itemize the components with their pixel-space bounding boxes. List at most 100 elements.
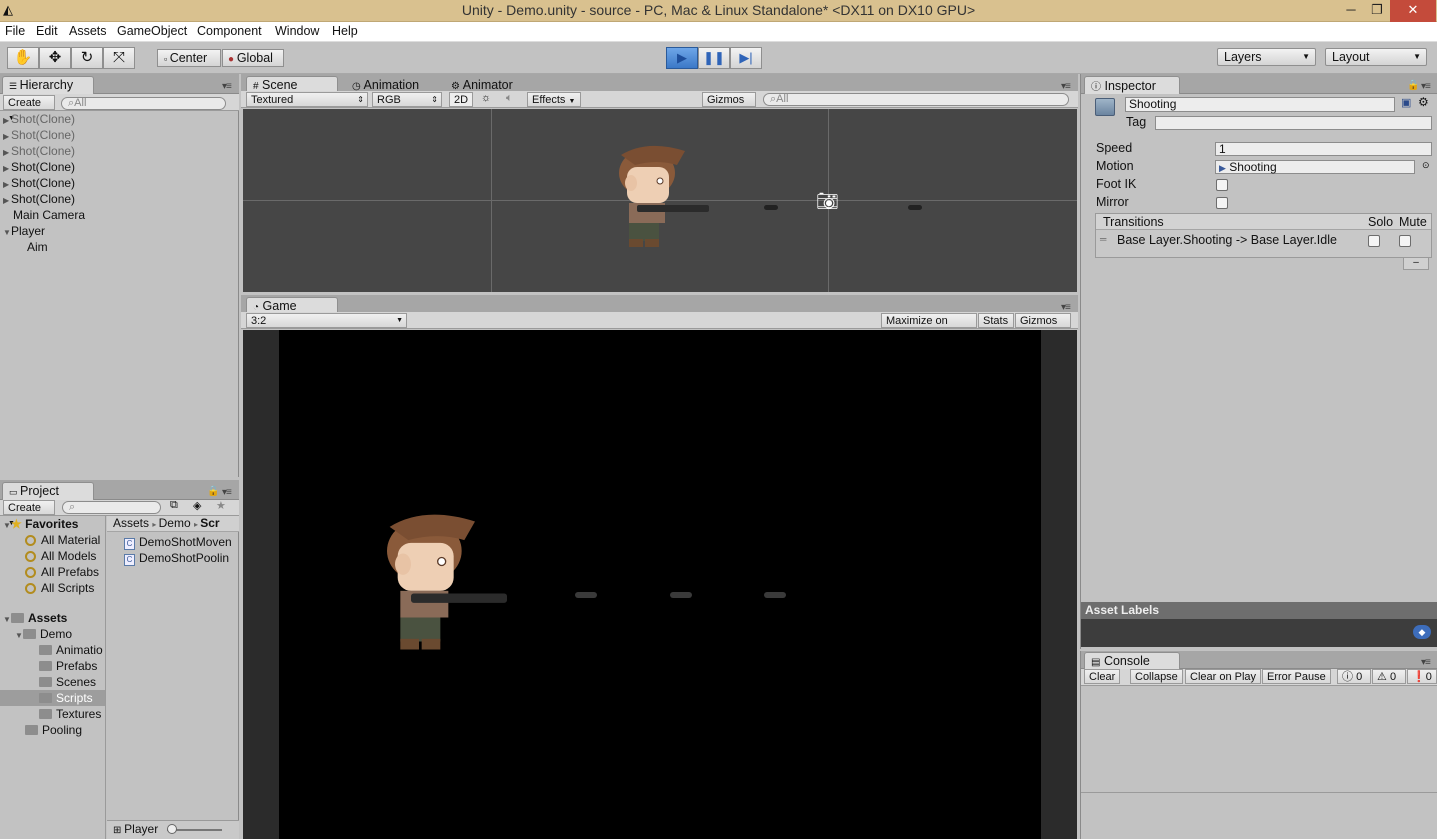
- console-clear-button[interactable]: Clear: [1084, 669, 1121, 684]
- breadcrumb-item[interactable]: Assets: [113, 516, 149, 530]
- menu-help[interactable]: Help: [332, 24, 358, 38]
- layout-dropdown[interactable]: Layout ▼: [1325, 48, 1427, 66]
- folder-item[interactable]: Prefabs: [39, 658, 97, 674]
- mirror-checkbox[interactable]: [1216, 197, 1228, 209]
- hand-tool-icon[interactable]: ✋: [7, 47, 39, 69]
- stats-toggle[interactable]: Stats: [978, 313, 1014, 328]
- folder-item[interactable]: Animatio: [39, 642, 103, 658]
- hierarchy-item[interactable]: ▶ Shot(Clone): [3, 159, 75, 175]
- scale-tool-icon[interactable]: ⤧: [103, 47, 135, 69]
- favorite-item[interactable]: All Material: [25, 532, 100, 548]
- scene-search-input[interactable]: ⌕All: [763, 93, 1069, 106]
- folder-item[interactable]: Scenes: [39, 674, 96, 690]
- filter-type-icon[interactable]: ⧉: [170, 499, 178, 512]
- menu-component[interactable]: Component: [197, 24, 262, 38]
- state-name-field[interactable]: Shooting: [1125, 97, 1395, 112]
- hierarchy-item[interactable]: ▼Player: [3, 223, 45, 239]
- collapse-arrow-icon[interactable]: ▼: [3, 612, 11, 628]
- remove-transition-button[interactable]: –: [1403, 257, 1429, 270]
- hierarchy-item[interactable]: ▶ Shot(Clone): [3, 175, 75, 191]
- favorite-star-icon[interactable]: ★: [216, 499, 226, 512]
- maximize-on-play-toggle[interactable]: Maximize on Play: [881, 313, 977, 341]
- layers-dropdown[interactable]: Layers ▼: [1217, 48, 1316, 66]
- panel-menu-icon[interactable]: ▾≡: [1421, 657, 1431, 668]
- favorite-item[interactable]: All Models: [25, 548, 96, 564]
- menu-gameobject[interactable]: GameObject: [117, 24, 187, 38]
- pause-button[interactable]: ❚❚: [698, 47, 730, 69]
- motion-field[interactable]: ▶ Shooting: [1215, 160, 1415, 174]
- console-log-area[interactable]: [1081, 686, 1437, 791]
- file-item[interactable]: C DemoShotMoven: [124, 534, 232, 550]
- shading-mode-dropdown[interactable]: Textured ⇕: [246, 92, 368, 107]
- slider-thumb[interactable]: [167, 824, 177, 834]
- folder-item[interactable]: Textures: [39, 706, 101, 722]
- console-error-pause-button[interactable]: Error Pause: [1262, 669, 1331, 684]
- effects-dropdown[interactable]: Effects ▼: [527, 92, 581, 107]
- folder-item-selected[interactable]: Scripts: [39, 690, 93, 706]
- info-filter-toggle[interactable]: ⓘ 0: [1337, 669, 1371, 684]
- project-search-input[interactable]: ⌕: [62, 501, 161, 514]
- object-picker-icon[interactable]: ⊙: [1422, 160, 1430, 171]
- pivot-center-button[interactable]: ▫ Center: [157, 49, 221, 67]
- audio-toggle-icon[interactable]: 🔈︎: [506, 92, 513, 105]
- menu-edit[interactable]: Edit: [36, 24, 58, 38]
- menu-file[interactable]: File: [5, 24, 25, 38]
- hierarchy-search-input[interactable]: ⌕All: [61, 97, 226, 110]
- hierarchy-item[interactable]: Main Camera: [13, 207, 85, 223]
- expand-arrow-icon[interactable]: ▶: [3, 193, 11, 209]
- tab-inspector[interactable]: ⓘ Inspector: [1084, 76, 1180, 94]
- lock-icon[interactable]: 🔒: [207, 486, 219, 497]
- hierarchy-item[interactable]: ▶ Shot(Clone): [3, 143, 75, 159]
- hierarchy-item[interactable]: ▶ Shot(Clone): [3, 127, 75, 143]
- drag-handle-icon[interactable]: ═: [1100, 234, 1106, 244]
- collapse-arrow-icon[interactable]: ▼: [15, 628, 23, 644]
- breadcrumb-item[interactable]: Demo: [159, 516, 191, 530]
- rotate-tool-icon[interactable]: ↻: [71, 47, 103, 69]
- mute-checkbox[interactable]: [1399, 235, 1411, 247]
- lighting-toggle-icon[interactable]: ☼: [481, 92, 491, 104]
- menu-window[interactable]: Window: [275, 24, 319, 38]
- hierarchy-create-button[interactable]: Create ▼: [3, 95, 55, 122]
- hierarchy-item[interactable]: ▶ Shot(Clone): [3, 111, 75, 127]
- scene-viewport[interactable]: 📷︎: [243, 109, 1077, 292]
- console-detail-area[interactable]: [1081, 792, 1437, 839]
- tab-project[interactable]: ▭ Project: [2, 482, 94, 500]
- step-button[interactable]: ▶|: [730, 47, 762, 69]
- menu-assets[interactable]: Assets: [69, 24, 107, 38]
- folder-item[interactable]: Pooling: [25, 722, 82, 738]
- favorites-header[interactable]: ▼★ Favorites: [3, 516, 78, 532]
- speed-field[interactable]: 1: [1215, 142, 1432, 156]
- folder-item[interactable]: ▼ Demo: [15, 626, 72, 642]
- scene-gizmos-dropdown[interactable]: Gizmos ▼: [702, 92, 756, 119]
- console-collapse-button[interactable]: Collapse: [1130, 669, 1183, 684]
- foot-ik-checkbox[interactable]: [1216, 179, 1228, 191]
- help-icon[interactable]: ▣: [1401, 96, 1411, 109]
- assets-header[interactable]: ▼ Assets: [3, 610, 67, 626]
- game-viewport[interactable]: [279, 330, 1041, 839]
- close-button[interactable]: ✕: [1390, 0, 1436, 22]
- panel-menu-icon[interactable]: ▾≡: [222, 81, 232, 92]
- lock-icon[interactable]: 🔒: [1407, 80, 1419, 91]
- tag-field[interactable]: [1155, 116, 1432, 130]
- move-tool-icon[interactable]: ✥: [39, 47, 71, 69]
- hierarchy-item[interactable]: ▶ Shot(Clone): [3, 191, 75, 207]
- solo-checkbox[interactable]: [1368, 235, 1380, 247]
- 2d-toggle[interactable]: 2D: [449, 92, 473, 107]
- render-mode-dropdown[interactable]: RGB ⇕: [372, 92, 442, 107]
- panel-menu-icon[interactable]: ▾≡: [222, 487, 232, 498]
- collapse-arrow-icon[interactable]: ▼: [3, 225, 11, 241]
- panel-menu-icon[interactable]: ▾≡: [1421, 81, 1431, 92]
- error-filter-toggle[interactable]: ❗0: [1407, 669, 1437, 684]
- transition-item[interactable]: Base Layer.Shooting -> Base Layer.Idle: [1117, 233, 1337, 247]
- pivot-global-button[interactable]: ● Global: [222, 49, 284, 67]
- warning-filter-toggle[interactable]: ⚠ 0: [1372, 669, 1406, 684]
- favorite-item[interactable]: All Prefabs: [25, 564, 99, 580]
- favorite-item[interactable]: All Scripts: [25, 580, 94, 596]
- tab-console[interactable]: ▤ Console: [1084, 652, 1180, 669]
- maximize-button[interactable]: ❐: [1362, 0, 1392, 22]
- console-clear-on-play-button[interactable]: Clear on Play: [1185, 669, 1262, 684]
- aspect-dropdown[interactable]: 3:2 ▼: [246, 313, 407, 328]
- game-gizmos-dropdown[interactable]: Gizmos ▼: [1015, 313, 1071, 340]
- collapse-arrow-icon[interactable]: ▼: [3, 518, 11, 534]
- settings-gear-icon[interactable]: ⚙: [1418, 95, 1429, 109]
